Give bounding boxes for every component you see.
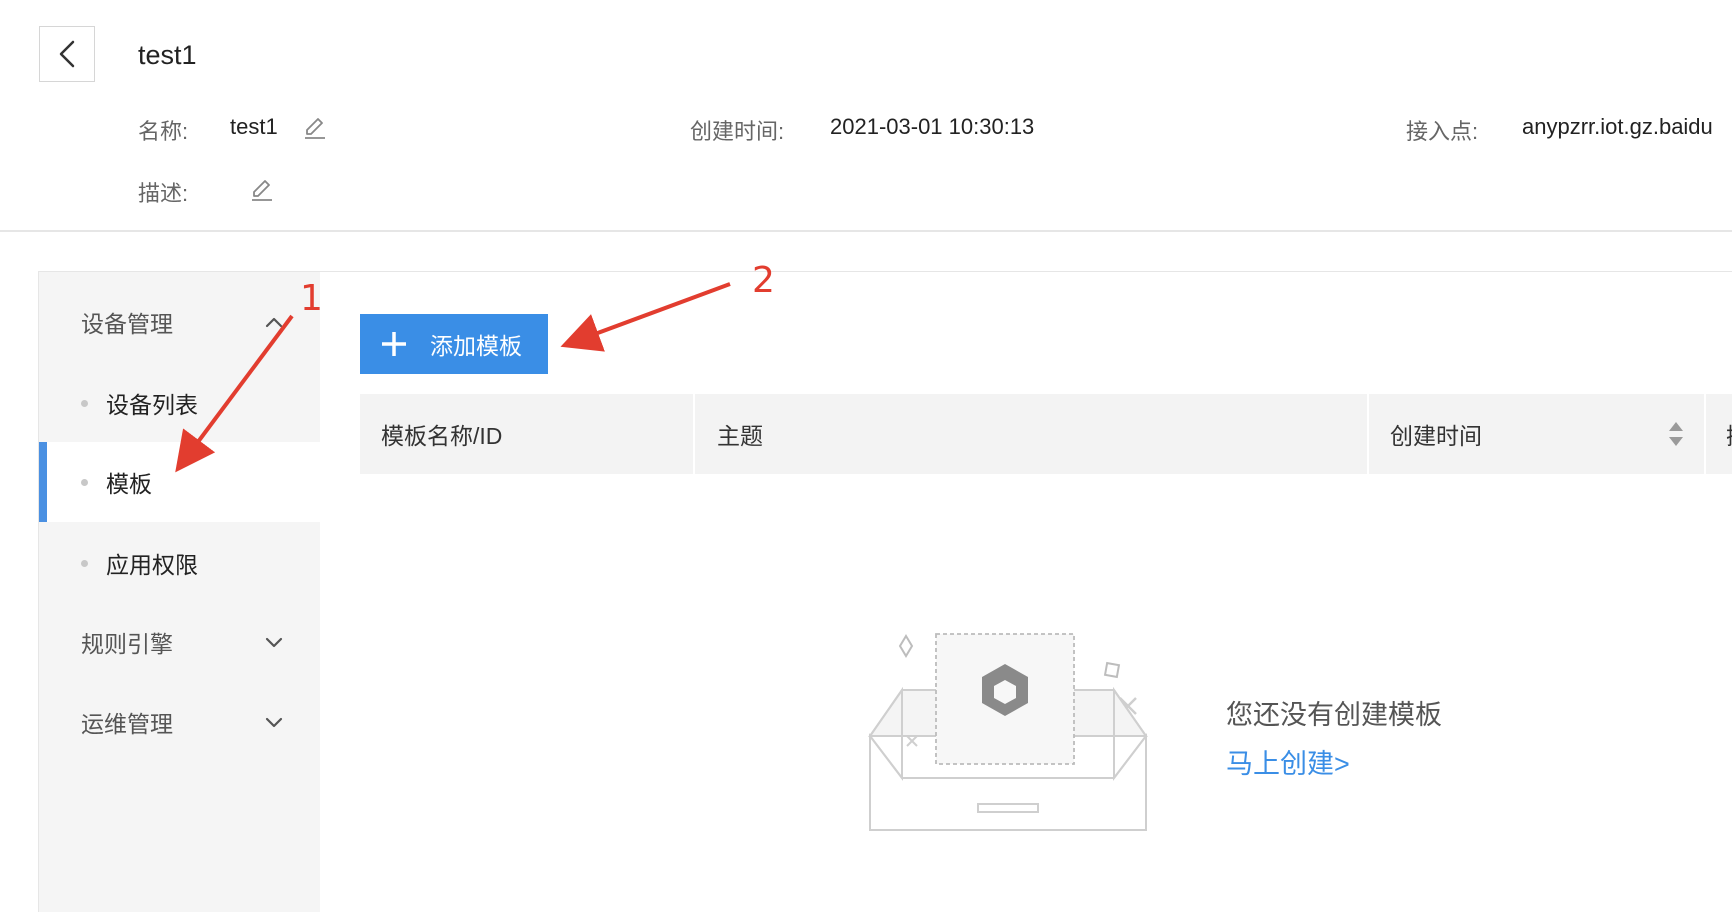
annotation-label-2: 2 [752,260,775,301]
endpoint-label: 接入点: [1406,119,1479,144]
table-header: 模板名称/ID 主题 创建时间 操 [360,394,1732,474]
active-indicator [39,442,47,522]
sidebar-group-label: 设备管理 [81,311,173,337]
sidebar-item-template[interactable]: 模板 [39,442,320,522]
add-template-label: 添加模板 [430,333,522,359]
bullet-dot [81,399,88,407]
annotation-arrow-2 [560,282,731,352]
endpoint-value: anypzrr.iot.gz.baidu [1522,114,1713,139]
sidebar-item-device-list[interactable]: 设备列表 [39,364,320,442]
sort-icon[interactable] [1667,419,1685,449]
sidebar-item-label: 模板 [106,471,152,497]
column-header-topic: 主题 [717,423,763,449]
empty-box-icon [868,633,1148,831]
column-header-created-time[interactable]: 创建时间 [1390,394,1482,474]
edit-icon [252,180,272,201]
sidebar-item-label: 应用权限 [106,552,198,578]
created-time-value: 2021-03-01 10:30:13 [830,114,1035,139]
empty-state-message: 您还没有创建模板 [1226,700,1442,730]
name-label: 名称: [138,119,189,144]
chevron-down-icon [265,637,283,648]
description-label: 描述: [138,181,189,206]
sidebar-group-label: 运维管理 [81,711,173,737]
column-header-actions: 操 [1726,394,1732,474]
back-button[interactable] [39,26,95,82]
sidebar-item-app-permissions[interactable]: 应用权限 [39,524,320,602]
column-header-template-name: 模板名称/ID [381,423,503,449]
plus-icon [382,332,406,356]
header-divider [0,230,1732,232]
sidebar-group-ops-management[interactable]: 运维管理 [39,692,320,752]
chevron-up-icon [265,317,283,328]
sidebar-group-label: 规则引擎 [81,631,173,657]
bullet-dot [81,478,88,486]
name-value: test1 [230,114,278,139]
annotation-label-1: 1 [300,278,323,319]
sidebar-item-label: 设备列表 [106,392,198,418]
edit-icon [305,118,325,139]
chevron-left-icon [59,40,75,68]
edit-description-button[interactable] [249,177,275,208]
column-separator [1367,394,1369,474]
page-title: test1 [138,40,197,70]
sidebar-group-device-management[interactable]: 设备管理 [39,292,320,352]
create-now-link[interactable]: 马上创建> [1226,742,1350,781]
sidebar: 设备管理 设备列表 模板 应用权限 规则引擎 运维管理 [39,272,320,912]
column-separator [1704,394,1706,474]
sidebar-group-rule-engine[interactable]: 规则引擎 [39,612,320,672]
column-separator [693,394,695,474]
chevron-down-icon [265,717,283,728]
created-time-label: 创建时间: [690,119,785,144]
add-template-button[interactable]: 添加模板 [360,314,548,374]
bullet-dot [81,559,88,567]
edit-name-button[interactable] [302,115,328,146]
